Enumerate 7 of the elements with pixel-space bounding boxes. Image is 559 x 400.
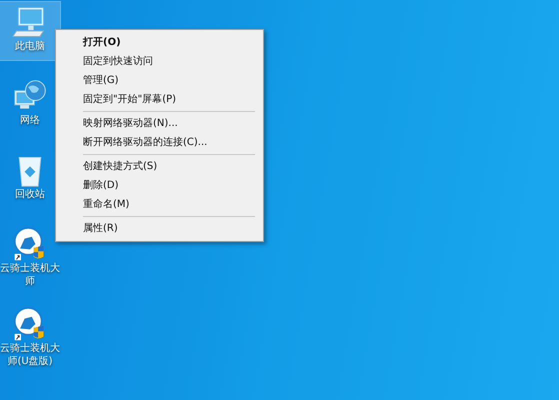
icon-label: 云骑士装机大师 (0, 262, 61, 288)
icon-label: 网络 (19, 114, 41, 127)
desktop-icon[interactable]: 云骑士装机大师(U盘版) (0, 304, 60, 368)
menu-item[interactable]: 断开网络驱动器的连接(C)... (56, 133, 263, 152)
icon-label: 回收站 (14, 188, 46, 201)
icon-label: 此电脑 (14, 40, 46, 53)
icon-label: 云骑士装机大师(U盘版) (0, 342, 61, 368)
